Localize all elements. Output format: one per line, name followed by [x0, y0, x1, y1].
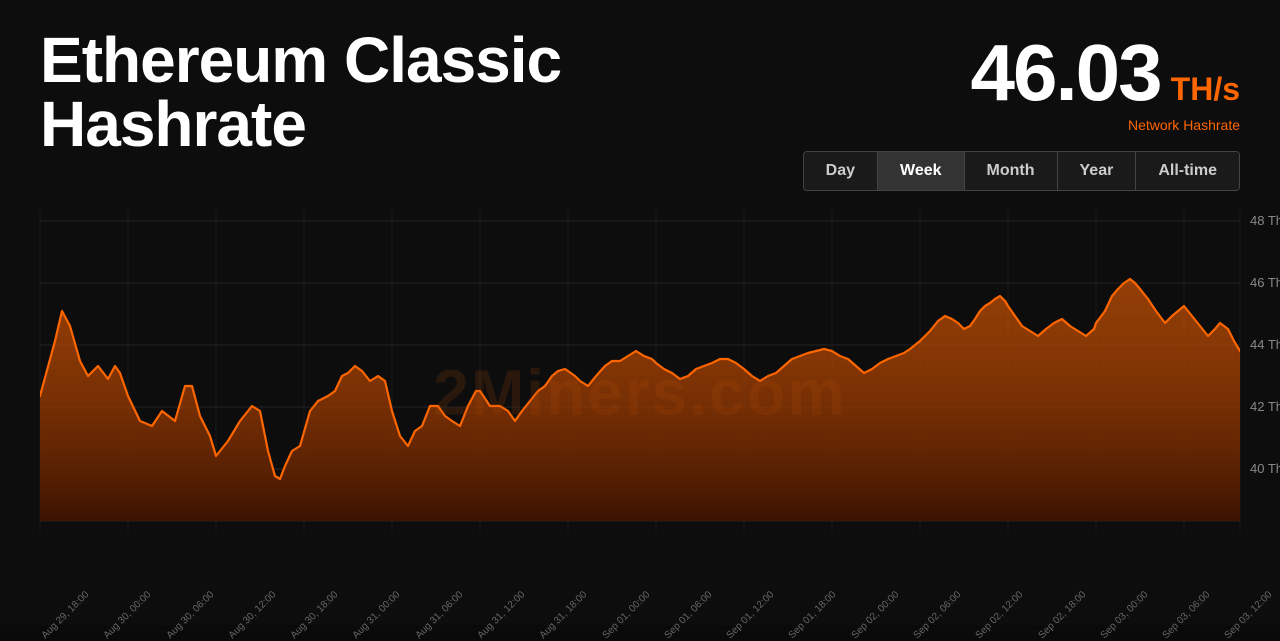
x-labels: Aug 29, 18:00 Aug 30, 00:00 Aug 30, 06:0…	[0, 604, 1280, 615]
svg-text:42 Th/s: 42 Th/s	[1250, 399, 1280, 414]
hashrate-value: 46.03	[970, 33, 1160, 113]
title-section: Ethereum Classic Hashrate	[40, 28, 803, 156]
btn-day[interactable]: Day	[804, 152, 878, 190]
btn-alltime[interactable]: All-time	[1136, 152, 1239, 190]
hashrate-unit: TH/s	[1171, 73, 1240, 105]
svg-text:48 Th/s: 48 Th/s	[1250, 213, 1280, 228]
right-section: 46.03 TH/s Network Hashrate Day Week Mon…	[803, 28, 1240, 191]
svg-text:46 Th/s: 46 Th/s	[1250, 275, 1280, 290]
chart-svg: 48 Th/s 46 Th/s 44 Th/s 42 Th/s 40 Th/s	[0, 211, 1280, 581]
hashrate-display: 46.03 TH/s	[970, 33, 1240, 113]
btn-year[interactable]: Year	[1058, 152, 1137, 190]
page-container: Ethereum Classic Hashrate 46.03 TH/s Net…	[0, 0, 1280, 625]
page-title: Ethereum Classic Hashrate	[40, 28, 803, 156]
btn-month[interactable]: Month	[965, 152, 1058, 190]
time-buttons: Day Week Month Year All-time	[803, 151, 1240, 191]
svg-text:44 Th/s: 44 Th/s	[1250, 337, 1280, 352]
chart-container: 2Miners.com	[0, 211, 1280, 581]
header: Ethereum Classic Hashrate 46.03 TH/s Net…	[0, 0, 1280, 191]
svg-text:40 Th/s: 40 Th/s	[1250, 461, 1280, 476]
hashrate-label: Network Hashrate	[1128, 117, 1240, 133]
btn-week[interactable]: Week	[878, 152, 965, 190]
